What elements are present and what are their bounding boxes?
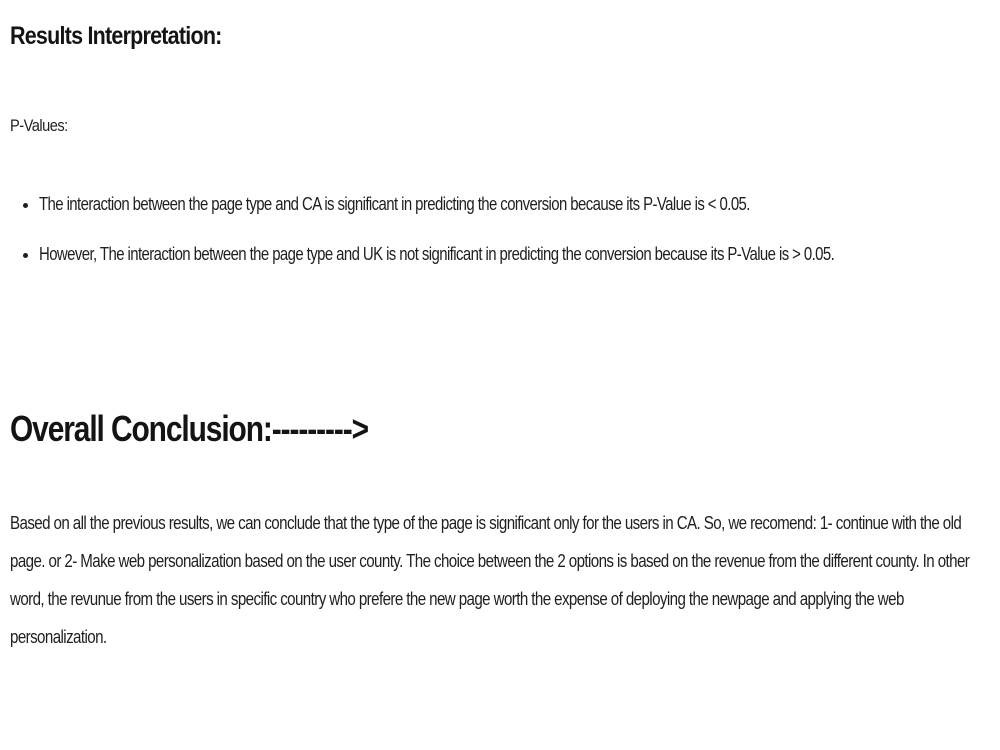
bullet-dot-icon	[23, 253, 28, 258]
results-heading: Results Interpretation:	[10, 22, 222, 50]
bullet-dot-icon	[23, 203, 28, 208]
pvalues-label: P-Values:	[10, 116, 68, 135]
document-page: Results Interpretation: P-Values: The in…	[0, 0, 1000, 750]
conclusion-paragraph: Based on all the previous results, we ca…	[10, 513, 970, 647]
bullet-text: However, The interaction between the pag…	[39, 244, 835, 264]
conclusion-heading: Overall Conclusion:--------->	[10, 408, 369, 449]
bullet-text: The interaction between the page type an…	[39, 194, 750, 214]
